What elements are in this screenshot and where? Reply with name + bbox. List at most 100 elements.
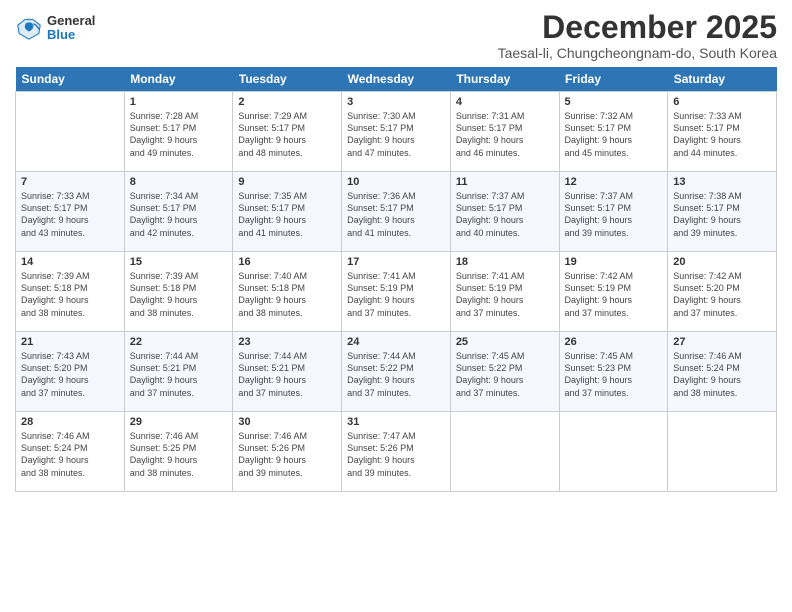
cell-info: Sunrise: 7:42 AM Sunset: 5:19 PM Dayligh… [565,270,663,319]
calendar-cell: 5 Sunrise: 7:32 AM Sunset: 5:17 PM Daylig… [559,92,668,172]
day-number: 4 [456,96,554,108]
cell-info: Sunrise: 7:44 AM Sunset: 5:21 PM Dayligh… [130,350,228,399]
day-number: 9 [238,176,336,188]
week-row-3: 14 Sunrise: 7:39 AM Sunset: 5:18 PM Dayli… [16,252,777,332]
col-header-thursday: Thursday [450,67,559,92]
calendar-cell: 3 Sunrise: 7:30 AM Sunset: 5:17 PM Daylig… [342,92,451,172]
logo: General Blue [15,14,95,43]
calendar-cell: 22 Sunrise: 7:44 AM Sunset: 5:21 PM Dayli… [124,332,233,412]
cell-info: Sunrise: 7:39 AM Sunset: 5:18 PM Dayligh… [21,270,119,319]
cell-info: Sunrise: 7:41 AM Sunset: 5:19 PM Dayligh… [347,270,445,319]
cell-info: Sunrise: 7:37 AM Sunset: 5:17 PM Dayligh… [565,190,663,239]
calendar-cell: 20Sunrise: 7:42 AM Sunset: 5:20 PM Dayli… [668,252,777,332]
calendar-cell: 4 Sunrise: 7:31 AM Sunset: 5:17 PM Daylig… [450,92,559,172]
calendar-cell: 14 Sunrise: 7:39 AM Sunset: 5:18 PM Dayli… [16,252,125,332]
cell-info: Sunrise: 7:43 AM Sunset: 5:20 PM Dayligh… [21,350,119,399]
header: General Blue December 2025 Taesal-li, Ch… [15,10,777,61]
cell-info: Sunrise: 7:44 AM Sunset: 5:22 PM Dayligh… [347,350,445,399]
day-number: 20 [673,256,771,268]
calendar-cell: 10 Sunrise: 7:36 AM Sunset: 5:17 PM Dayli… [342,172,451,252]
day-number: 18 [456,256,554,268]
calendar-cell: 21 Sunrise: 7:43 AM Sunset: 5:20 PM Dayli… [16,332,125,412]
calendar-cell: 16Sunrise: 7:40 AM Sunset: 5:18 PM Dayli… [233,252,342,332]
day-number: 6 [673,96,771,108]
cell-info: Sunrise: 7:46 AM Sunset: 5:24 PM Dayligh… [673,350,771,399]
day-number: 27 [673,336,771,348]
header-row: SundayMondayTuesdayWednesdayThursdayFrid… [16,67,777,92]
day-number: 13 [673,176,771,188]
cell-info: Sunrise: 7:45 AM Sunset: 5:22 PM Dayligh… [456,350,554,399]
title-block: December 2025 Taesal-li, Chungcheongnam-… [498,10,777,61]
day-number: 31 [347,416,445,428]
day-number: 12 [565,176,663,188]
day-number: 14 [21,256,119,268]
cell-info: Sunrise: 7:46 AM Sunset: 5:25 PM Dayligh… [130,430,228,479]
month-title: December 2025 [498,10,777,45]
col-header-saturday: Saturday [668,67,777,92]
calendar-cell: 13 Sunrise: 7:38 AM Sunset: 5:17 PM Dayli… [668,172,777,252]
logo-icon [15,14,43,42]
calendar-cell: 17 Sunrise: 7:41 AM Sunset: 5:19 PM Dayli… [342,252,451,332]
calendar-cell: 8Sunrise: 7:34 AM Sunset: 5:17 PM Daylig… [124,172,233,252]
day-number: 17 [347,256,445,268]
cell-info: Sunrise: 7:40 AM Sunset: 5:18 PM Dayligh… [238,270,336,319]
logo-blue-text: Blue [47,28,95,42]
calendar-cell [668,412,777,492]
day-number: 23 [238,336,336,348]
cell-info: Sunrise: 7:41 AM Sunset: 5:19 PM Dayligh… [456,270,554,319]
day-number: 7 [21,176,119,188]
logo-general-text: General [47,14,95,28]
cell-info: Sunrise: 7:32 AM Sunset: 5:17 PM Dayligh… [565,110,663,159]
day-number: 11 [456,176,554,188]
day-number: 29 [130,416,228,428]
page: General Blue December 2025 Taesal-li, Ch… [0,0,792,612]
calendar-cell: 25 Sunrise: 7:45 AM Sunset: 5:22 PM Dayli… [450,332,559,412]
calendar-cell: 7Sunrise: 7:33 AM Sunset: 5:17 PM Daylig… [16,172,125,252]
location: Taesal-li, Chungcheongnam-do, South Kore… [498,45,777,61]
day-number: 15 [130,256,228,268]
cell-info: Sunrise: 7:37 AM Sunset: 5:17 PM Dayligh… [456,190,554,239]
calendar-table: SundayMondayTuesdayWednesdayThursdayFrid… [15,67,777,492]
calendar-cell: 23 Sunrise: 7:44 AM Sunset: 5:21 PM Dayli… [233,332,342,412]
week-row-1: 1Sunrise: 7:28 AM Sunset: 5:17 PM Daylig… [16,92,777,172]
day-number: 30 [238,416,336,428]
col-header-tuesday: Tuesday [233,67,342,92]
calendar-cell: 19 Sunrise: 7:42 AM Sunset: 5:19 PM Dayli… [559,252,668,332]
calendar-cell: 9 Sunrise: 7:35 AM Sunset: 5:17 PM Daylig… [233,172,342,252]
day-number: 24 [347,336,445,348]
day-number: 10 [347,176,445,188]
day-number: 25 [456,336,554,348]
cell-info: Sunrise: 7:44 AM Sunset: 5:21 PM Dayligh… [238,350,336,399]
cell-info: Sunrise: 7:33 AM Sunset: 5:17 PM Dayligh… [673,110,771,159]
cell-info: Sunrise: 7:34 AM Sunset: 5:17 PM Dayligh… [130,190,228,239]
cell-info: Sunrise: 7:36 AM Sunset: 5:17 PM Dayligh… [347,190,445,239]
col-header-sunday: Sunday [16,67,125,92]
calendar-cell: 6 Sunrise: 7:33 AM Sunset: 5:17 PM Daylig… [668,92,777,172]
calendar-cell: 27 Sunrise: 7:46 AM Sunset: 5:24 PM Dayli… [668,332,777,412]
week-row-4: 21 Sunrise: 7:43 AM Sunset: 5:20 PM Dayli… [16,332,777,412]
calendar-cell: 12 Sunrise: 7:37 AM Sunset: 5:17 PM Dayli… [559,172,668,252]
cell-info: Sunrise: 7:46 AM Sunset: 5:26 PM Dayligh… [238,430,336,479]
calendar-cell: 28 Sunrise: 7:46 AM Sunset: 5:24 PM Dayli… [16,412,125,492]
calendar-cell: 2Sunrise: 7:29 AM Sunset: 5:17 PM Daylig… [233,92,342,172]
cell-info: Sunrise: 7:30 AM Sunset: 5:17 PM Dayligh… [347,110,445,159]
calendar-cell [16,92,125,172]
week-row-2: 7Sunrise: 7:33 AM Sunset: 5:17 PM Daylig… [16,172,777,252]
cell-info: Sunrise: 7:29 AM Sunset: 5:17 PM Dayligh… [238,110,336,159]
cell-info: Sunrise: 7:38 AM Sunset: 5:17 PM Dayligh… [673,190,771,239]
calendar-cell: 15 Sunrise: 7:39 AM Sunset: 5:18 PM Dayli… [124,252,233,332]
logo-text: General Blue [47,14,95,43]
day-number: 21 [21,336,119,348]
day-number: 28 [21,416,119,428]
day-number: 22 [130,336,228,348]
cell-info: Sunrise: 7:31 AM Sunset: 5:17 PM Dayligh… [456,110,554,159]
cell-info: Sunrise: 7:47 AM Sunset: 5:26 PM Dayligh… [347,430,445,479]
calendar-cell [559,412,668,492]
cell-info: Sunrise: 7:46 AM Sunset: 5:24 PM Dayligh… [21,430,119,479]
calendar-cell: 30 Sunrise: 7:46 AM Sunset: 5:26 PM Dayli… [233,412,342,492]
day-number: 3 [347,96,445,108]
cell-info: Sunrise: 7:35 AM Sunset: 5:17 PM Dayligh… [238,190,336,239]
day-number: 19 [565,256,663,268]
cell-info: Sunrise: 7:39 AM Sunset: 5:18 PM Dayligh… [130,270,228,319]
day-number: 5 [565,96,663,108]
